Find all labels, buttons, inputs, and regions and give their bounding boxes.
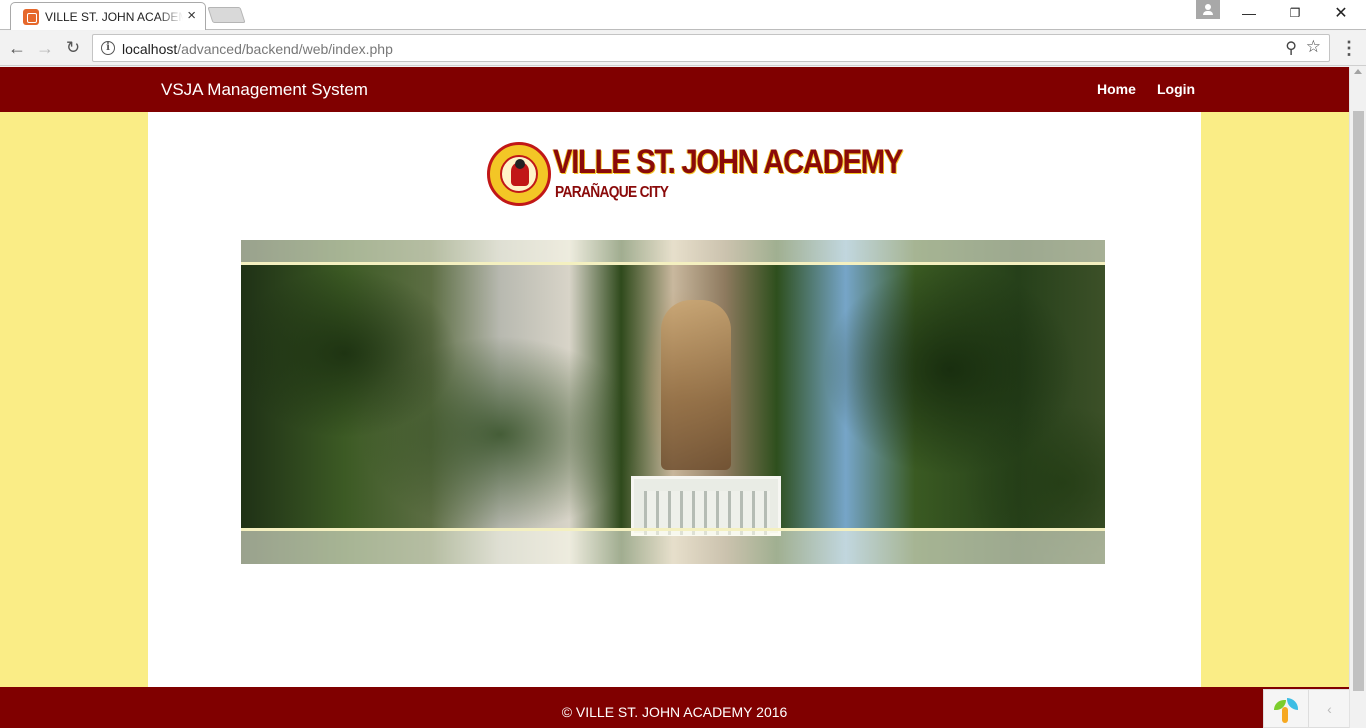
reload-icon[interactable]: ↻ [61, 36, 85, 60]
bookmark-star-icon[interactable]: ☆ [1306, 37, 1321, 57]
banner-statue [661, 300, 731, 470]
academy-seal-icon [487, 142, 551, 206]
site-info-icon[interactable]: i [101, 41, 115, 55]
site-footer: © VILLE ST. JOHN ACADEMY 2016 [0, 687, 1349, 728]
page-viewport: VSJA Management System Home Login VILLE … [0, 67, 1349, 728]
tab-title: VILLE ST. JOHN ACADEMY [45, 10, 183, 24]
vertical-scrollbar[interactable] [1349, 67, 1366, 728]
scroll-up-arrow-icon[interactable] [1354, 69, 1362, 74]
maximize-button[interactable]: ❐ [1272, 0, 1318, 28]
xampp-favicon-icon [23, 9, 39, 25]
logo-subtitle: PARAÑAQUE CITY [555, 184, 669, 201]
zoom-icon[interactable]: ⚲ [1285, 38, 1297, 58]
forward-arrow-icon[interactable]: → [33, 36, 57, 60]
navbar-brand[interactable]: VSJA Management System [161, 80, 368, 100]
back-arrow-icon[interactable]: ← [5, 36, 29, 60]
new-tab-button[interactable] [207, 7, 246, 23]
yii-leaf-orange [1282, 707, 1288, 723]
url-path: /advanced/backend/web/index.php [177, 41, 393, 57]
nav-home-link[interactable]: Home [1097, 81, 1136, 97]
banner-gate [631, 476, 781, 536]
address-bar[interactable]: i localhost/advanced/backend/web/index.p… [92, 34, 1330, 62]
yii-debug-toolbar[interactable]: ‹ [1263, 689, 1349, 728]
url-host: localhost [122, 41, 178, 57]
yii-logo-icon[interactable] [1272, 698, 1300, 724]
nav-login-link[interactable]: Login [1157, 81, 1195, 97]
scroll-thumb[interactable] [1353, 111, 1364, 691]
profile-icon[interactable] [1196, 0, 1220, 19]
seal-emblem [500, 155, 538, 193]
tab-close-icon[interactable]: × [187, 8, 196, 24]
debug-toggle-chevron-icon[interactable]: ‹ [1308, 690, 1349, 728]
academy-logo: VILLE ST. JOHN ACADEMY PARAÑAQUE CITY [487, 141, 903, 211]
window-close-button[interactable]: ✕ [1318, 0, 1364, 28]
minimize-button[interactable]: — [1226, 0, 1272, 28]
logo-title: VILLE ST. JOHN ACADEMY [553, 143, 903, 181]
main-content: VILLE ST. JOHN ACADEMY PARAÑAQUE CITY [148, 112, 1201, 687]
browser-toolbar: ← → ↻ i localhost/advanced/backend/web/i… [0, 31, 1366, 66]
browser-tab[interactable]: VILLE ST. JOHN ACADEMY × [10, 2, 206, 30]
footer-copyright: © VILLE ST. JOHN ACADEMY 2016 [561, 704, 788, 720]
banner-bottom-band [241, 528, 1105, 564]
banner-top-band [241, 240, 1105, 265]
campus-banner-image [241, 240, 1105, 564]
browser-tabstrip: VILLE ST. JOHN ACADEMY × — ❐ ✕ [0, 0, 1366, 30]
seal-head [515, 159, 525, 169]
site-navbar: VSJA Management System Home Login [0, 67, 1349, 112]
url-text[interactable]: localhost/advanced/backend/web/index.php [122, 41, 393, 57]
browser-menu-icon[interactable]: ⋮ [1340, 37, 1358, 61]
yii-leaf-blue [1287, 698, 1298, 710]
